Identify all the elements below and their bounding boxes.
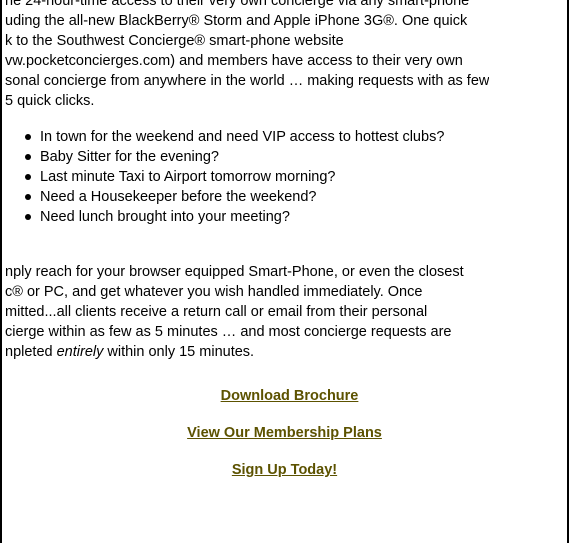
list-item: In town for the weekend and need VIP acc… bbox=[2, 127, 444, 147]
emphasis-text: entirely bbox=[56, 344, 104, 360]
list-item: Need lunch brought into your meeting? bbox=[2, 207, 444, 227]
body-line-5-start: npleted bbox=[5, 344, 57, 360]
body-line-3: mitted...all clients receive a return ca… bbox=[5, 304, 428, 320]
list-item: Last minute Taxi to Airport tomorrow mor… bbox=[2, 167, 444, 187]
request-examples-list: In town for the weekend and need VIP acc… bbox=[2, 127, 444, 227]
list-item: Baby Sitter for the evening? bbox=[2, 147, 444, 167]
body-line-5: npleted entirely within only 15 minutes. bbox=[5, 342, 464, 362]
intro-line-5: sonal concierge from anywhere in the wor… bbox=[5, 73, 490, 89]
intro-line-2: uding the all-new BlackBerry® Storm and … bbox=[5, 13, 468, 29]
intro-line-6: 5 quick clicks. bbox=[5, 93, 95, 109]
list-item: Need a Housekeeper before the weekend? bbox=[2, 187, 444, 207]
body-line-5-end: within only 15 minutes. bbox=[103, 344, 255, 360]
intro-paragraph: ne 24-hour-time access to their very own… bbox=[5, 0, 489, 111]
action-links: Download Brochure View Our Membership Pl… bbox=[2, 386, 567, 497]
body-line-4: cierge within as few as 5 minutes … and … bbox=[5, 324, 452, 340]
intro-line-1: ne 24-hour-time access to their very own… bbox=[5, 0, 470, 9]
how-it-works-paragraph: nply reach for your browser equipped Sma… bbox=[5, 262, 464, 362]
body-line-2: c® or PC, and get whatever you wish hand… bbox=[5, 284, 423, 300]
download-brochure-link[interactable]: Download Brochure bbox=[12, 386, 567, 406]
sign-up-link[interactable]: Sign Up Today! bbox=[2, 460, 567, 480]
page-viewport[interactable]: ne 24-hour-time access to their very own… bbox=[2, 0, 567, 543]
membership-plans-link[interactable]: View Our Membership Plans bbox=[2, 423, 567, 443]
intro-line-4: vw.pocketconcierges.com) and members hav… bbox=[5, 53, 463, 69]
intro-line-3: k to the Southwest Concierge® smart-phon… bbox=[5, 33, 344, 49]
body-line-1: nply reach for your browser equipped Sma… bbox=[5, 264, 464, 280]
